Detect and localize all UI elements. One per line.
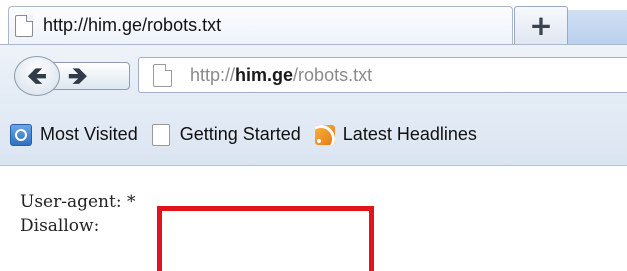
bookmark-most-visited[interactable]: Most Visited xyxy=(10,123,138,146)
url-domain: him.ge xyxy=(235,64,294,85)
url-path: /robots.txt xyxy=(293,64,373,85)
browser-tab[interactable]: http://him.ge/robots.txt xyxy=(8,6,513,44)
page-icon xyxy=(153,63,172,87)
bookmark-label: Latest Headlines xyxy=(342,124,477,144)
robots-line-disallow: Disallow: xyxy=(20,216,105,236)
address-text[interactable]: http://him.ge/robots.txt xyxy=(190,65,372,86)
back-arrow-icon: 🡸 xyxy=(27,62,47,90)
tab-strip-background xyxy=(568,10,627,44)
forward-button[interactable]: 🡺 xyxy=(50,62,130,90)
url-prefix: http:// xyxy=(190,64,236,85)
bookmark-label: Getting Started xyxy=(179,124,301,144)
bookmark-getting-started[interactable]: Getting Started xyxy=(151,123,301,146)
navigation-toolbar: 🡺 🡸 http://him.ge/robots.txt xyxy=(0,44,627,104)
rss-icon xyxy=(314,124,335,145)
page-icon xyxy=(15,14,33,37)
bookmarks-toolbar: Most Visited Getting Started Latest Head… xyxy=(0,104,627,166)
back-button[interactable]: 🡸 xyxy=(14,56,60,96)
robots-line-user-agent: User-agent: * xyxy=(20,192,136,212)
page-content: User-agent: * Disallow: xyxy=(0,166,627,271)
back-forward-group: 🡺 🡸 xyxy=(14,56,130,96)
redaction-highlight-box xyxy=(157,206,374,271)
bookmark-label: Most Visited xyxy=(40,124,138,144)
bookmark-latest-headlines[interactable]: Latest Headlines xyxy=(314,124,477,145)
forward-arrow-icon: 🡺 xyxy=(68,62,88,90)
new-tab-button[interactable]: + xyxy=(514,6,568,44)
most-visited-icon xyxy=(10,123,32,146)
tab-title: http://him.ge/robots.txt xyxy=(43,15,222,35)
page-icon xyxy=(151,123,170,146)
tab-strip: http://him.ge/robots.txt + xyxy=(0,0,627,44)
address-bar[interactable]: http://him.ge/robots.txt xyxy=(138,57,627,93)
plus-icon: + xyxy=(529,8,553,42)
